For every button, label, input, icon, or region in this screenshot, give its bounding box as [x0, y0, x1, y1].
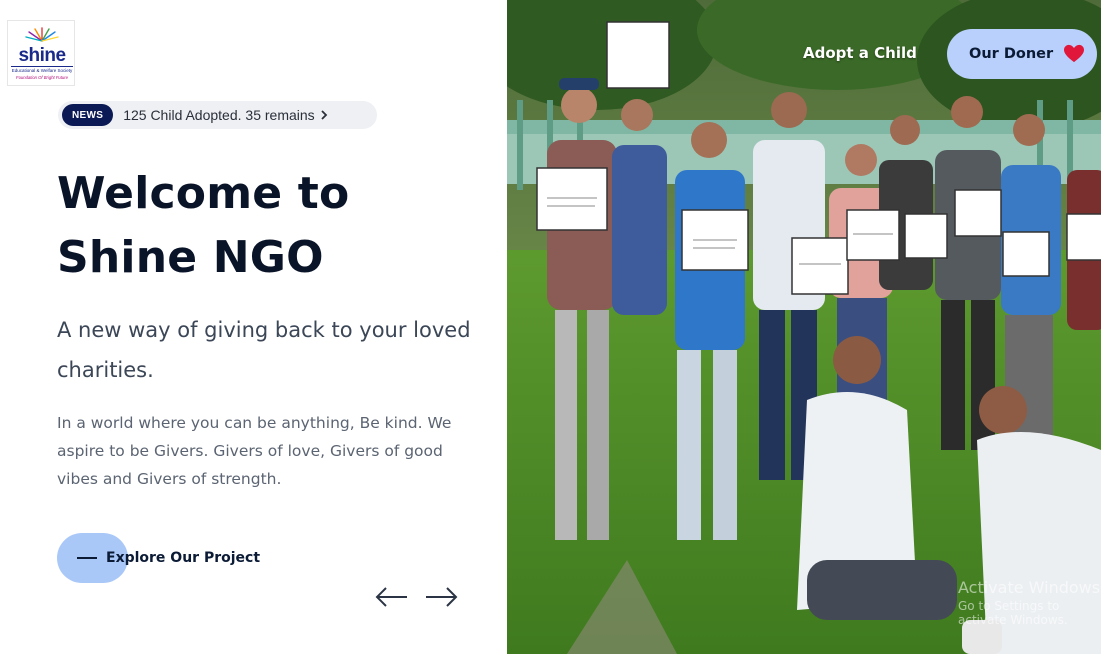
explore-project-label: Explore Our Project [106, 550, 261, 566]
watermark-title: Activate Windows [958, 578, 1101, 597]
hero-subheading: A new way of giving back to your loved c… [57, 318, 471, 382]
our-doner-button[interactable]: Our Doner [947, 29, 1097, 79]
chevron-right-icon [321, 110, 327, 120]
news-text: 125 Child Adopted. 35 remains [123, 107, 315, 123]
headline-line-1: Welcome to [57, 168, 350, 219]
page-title: Welcome to Shine NGO [57, 162, 477, 290]
next-slide-button[interactable] [424, 585, 458, 609]
news-badge: NEWS [62, 104, 114, 126]
hero-description: In a world where you can be anything, Be… [57, 414, 452, 488]
arrow-left-icon [375, 587, 407, 607]
heart-icon [1064, 44, 1085, 63]
headline-line-2: Shine NGO [57, 232, 324, 283]
hero-group-photo [507, 0, 1101, 654]
news-ticker[interactable]: NEWS 125 Child Adopted. 35 remains [58, 101, 377, 129]
logo-motto: Foundation Of Bright Future [16, 75, 68, 80]
our-doner-label: Our Doner [969, 46, 1054, 62]
shine-logo[interactable]: shine Educational & Welfare Society Foun… [7, 20, 75, 86]
nav-adopt-a-child[interactable]: Adopt a Child [803, 44, 917, 62]
prev-slide-button[interactable] [375, 585, 409, 609]
activate-windows-watermark: Activate Windows Go to Settings to activ… [958, 578, 1101, 627]
dash-icon [77, 557, 97, 559]
logo-tagline: Educational & Welfare Society [11, 66, 73, 73]
logo-wordmark: shine [18, 45, 66, 66]
arrow-right-icon [426, 587, 458, 607]
watermark-subtitle: Go to Settings to activate Windows. [958, 599, 1068, 627]
